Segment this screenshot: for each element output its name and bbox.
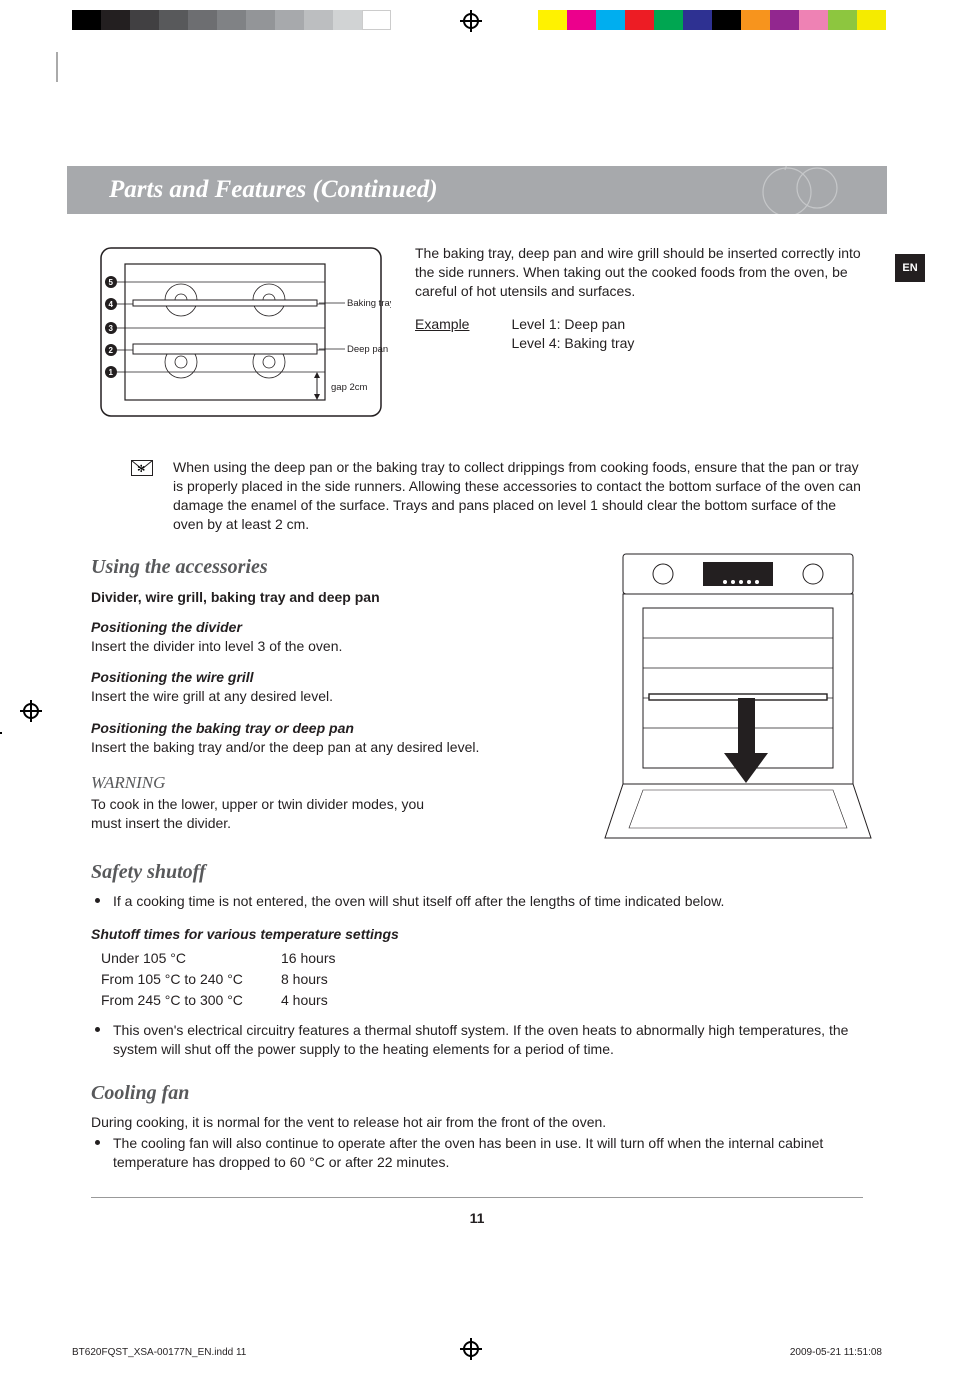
grayscale-swatches xyxy=(72,10,391,30)
print-footer: BT620FQST_XSA-00177N_EN.indd 11 2009-05-… xyxy=(72,1347,882,1358)
svg-text:2: 2 xyxy=(109,346,114,355)
shutoff-time: 8 hours xyxy=(281,969,328,990)
accessories-sub: Divider, wire grill, baking tray and dee… xyxy=(91,589,571,605)
note-text: When using the deep pan or the baking tr… xyxy=(173,458,863,534)
note-envelope-icon: ✻ xyxy=(131,460,155,534)
label-gap: gap 2cm xyxy=(331,382,368,393)
temp-range: Under 105 °C xyxy=(101,948,281,969)
example-label: Example xyxy=(415,315,469,353)
svg-text:5: 5 xyxy=(109,278,114,287)
page-title: Parts and Features (Continued) xyxy=(109,176,438,204)
decorative-vegetable-icon xyxy=(667,166,847,214)
safety-bullet: If a cooking time is not entered, the ov… xyxy=(91,892,863,912)
tray-text: Insert the baking tray and/or the deep p… xyxy=(91,738,571,757)
oven-levels-diagram: 1 2 3 4 5 Baking tray Deep pan gap 2cm xyxy=(91,242,391,422)
page-number: 11 xyxy=(91,1197,863,1226)
shutoff-table: Under 105 °C16 hoursFrom 105 °C to 240 °… xyxy=(101,948,863,1011)
tray-heading: Positioning the baking tray or deep pan xyxy=(91,720,571,736)
footer-timestamp: 2009-05-21 11:51:08 xyxy=(790,1347,882,1358)
example-line: Level 4: Baking tray xyxy=(511,334,634,353)
grill-text: Insert the wire grill at any desired lev… xyxy=(91,687,571,706)
cooling-heading: Cooling fan xyxy=(91,1082,863,1105)
divider-heading: Positioning the divider xyxy=(91,619,571,635)
intro-text: The baking tray, deep pan and wire grill… xyxy=(415,244,863,301)
cooling-bullet: The cooling fan will also continue to op… xyxy=(91,1134,863,1173)
safety-heading: Safety shutoff xyxy=(91,861,863,884)
table-row: From 105 °C to 240 °C8 hours xyxy=(101,969,863,990)
temp-range: From 105 °C to 240 °C xyxy=(101,969,281,990)
label-deep-pan: Deep pan xyxy=(347,344,388,355)
table-row: From 245 °C to 300 °C4 hours xyxy=(101,990,863,1011)
temp-range: From 245 °C to 300 °C xyxy=(101,990,281,1011)
color-swatches xyxy=(538,10,886,30)
svg-text:✻: ✻ xyxy=(137,464,145,475)
svg-text:1: 1 xyxy=(109,368,114,377)
svg-text:3: 3 xyxy=(109,324,114,333)
example-values: Level 1: Deep pan Level 4: Baking tray xyxy=(511,315,634,353)
print-bars xyxy=(0,10,954,50)
page-header: Parts and Features (Continued) xyxy=(67,166,887,214)
accessories-heading: Using the accessories xyxy=(91,556,571,579)
shutoff-table-heading: Shutoff times for various temperature se… xyxy=(91,926,863,942)
shutoff-time: 4 hours xyxy=(281,990,328,1011)
divider-text: Insert the divider into level 3 of the o… xyxy=(91,637,571,656)
footer-file: BT620FQST_XSA-00177N_EN.indd 11 xyxy=(72,1347,246,1358)
warning-text: To cook in the lower, upper or twin divi… xyxy=(91,795,431,833)
crop-mark xyxy=(56,52,58,82)
registration-mark-icon xyxy=(0,722,2,744)
svg-text:4: 4 xyxy=(109,300,114,309)
grill-heading: Positioning the wire grill xyxy=(91,669,571,685)
cooling-text: During cooking, it is normal for the ven… xyxy=(91,1113,863,1132)
safety-bullet: This oven's electrical circuitry feature… xyxy=(91,1021,863,1060)
label-baking-tray: Baking tray xyxy=(347,298,391,309)
registration-mark-icon xyxy=(460,10,482,32)
warning-heading: WARNING xyxy=(91,773,571,793)
example-line: Level 1: Deep pan xyxy=(511,315,634,334)
language-tab: EN xyxy=(895,254,925,282)
registration-mark-icon xyxy=(20,700,42,722)
oven-open-diagram xyxy=(603,548,873,848)
shutoff-time: 16 hours xyxy=(281,948,335,969)
table-row: Under 105 °C16 hours xyxy=(101,948,863,969)
